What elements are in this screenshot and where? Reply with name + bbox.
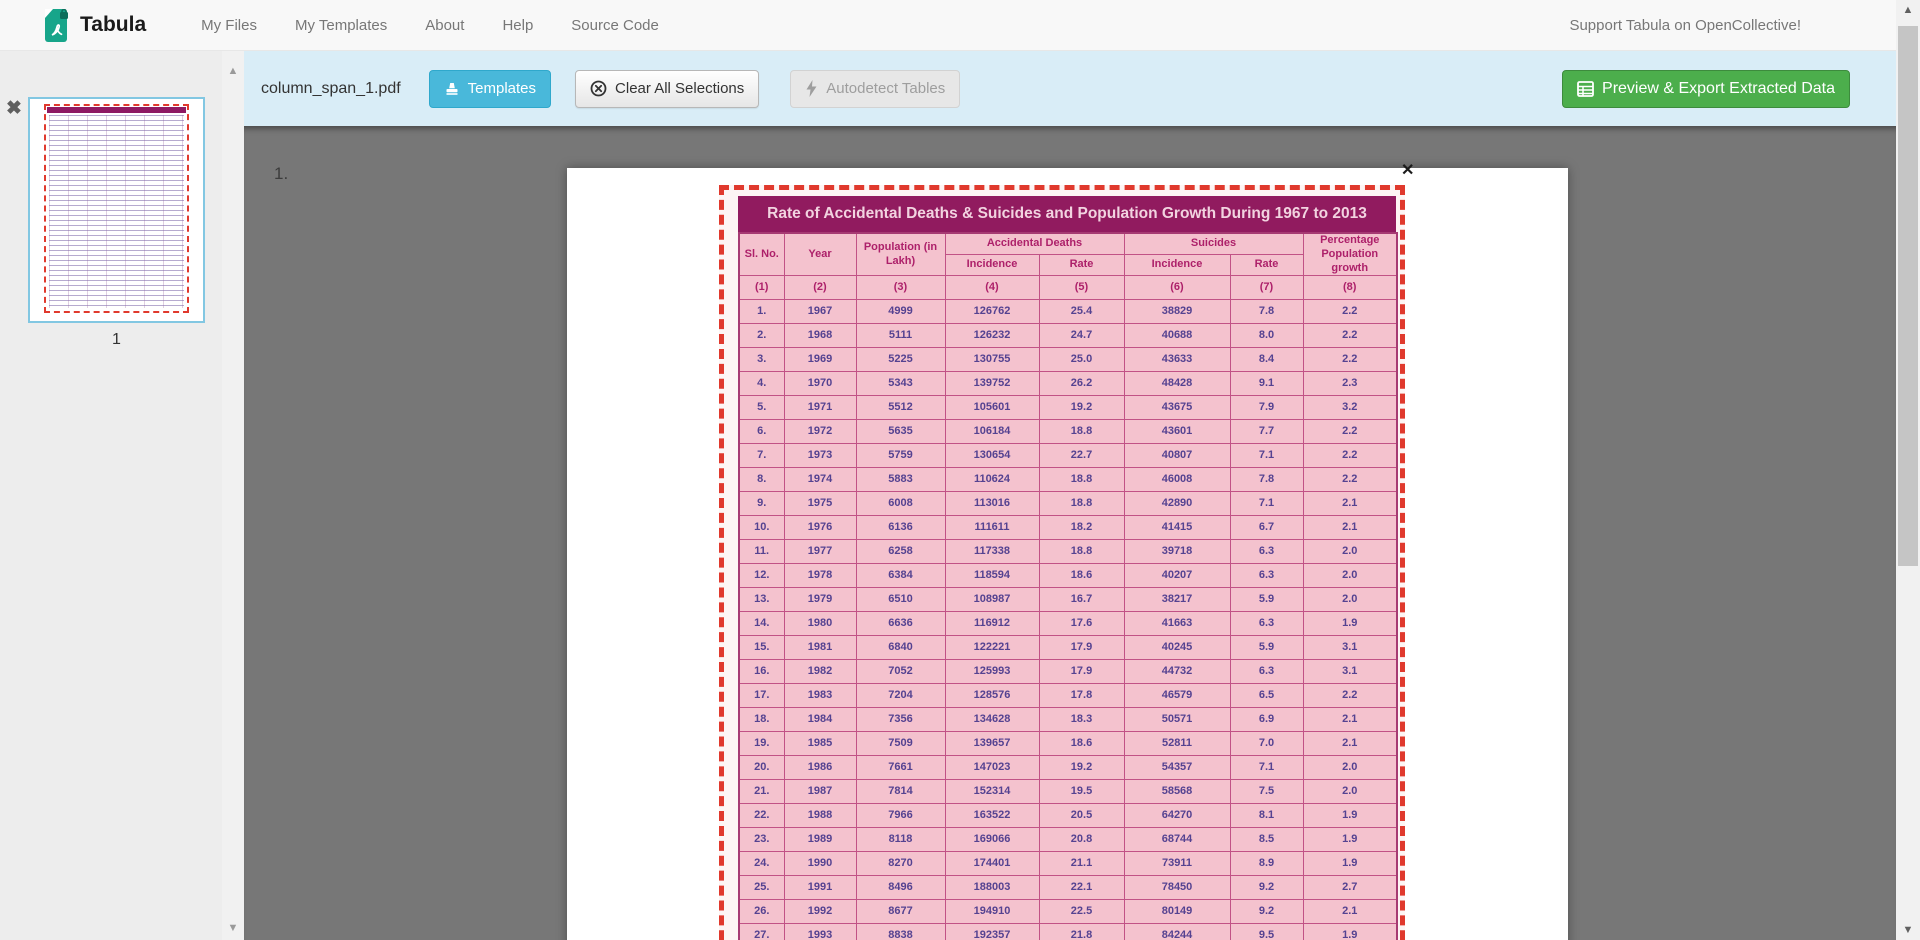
selection-box[interactable] (719, 185, 1405, 940)
preview-export-label: Preview & Export Extracted Data (1602, 80, 1835, 98)
brand[interactable]: Tabula (44, 9, 146, 42)
thumbnail-table-rows (49, 115, 184, 308)
toolbar: column_span_1.pdf Templates Clear All Se… (244, 51, 1896, 126)
clear-selections-button[interactable]: Clear All Selections (575, 70, 759, 108)
tabula-logo-icon (44, 9, 71, 42)
page-thumbnail-preview (44, 104, 189, 313)
nav-links: My FilesMy TemplatesAboutHelpSource Code (182, 0, 678, 51)
nav-link-my-templates[interactable]: My Templates (276, 0, 406, 51)
preview-export-button[interactable]: Preview & Export Extracted Data (1562, 70, 1850, 108)
sidebar-scroll-up-icon[interactable]: ▲ (222, 65, 244, 77)
page-thumbnail[interactable] (28, 97, 205, 323)
support-link[interactable]: Support Tabula on OpenCollective! (1569, 17, 1801, 34)
circle-x-icon (590, 80, 607, 97)
thumbnail-table-title (47, 107, 186, 113)
pdf-page[interactable]: Rate of Accidental Deaths & Suicides and… (567, 168, 1568, 940)
page-marker: 1. (274, 164, 288, 184)
autodetect-tables-label: Autodetect Tables (826, 80, 945, 97)
nav-link-help[interactable]: Help (483, 0, 552, 51)
autodetect-tables-button[interactable]: Autodetect Tables (790, 70, 960, 108)
nav-link-my-files[interactable]: My Files (182, 0, 276, 51)
pdf-canvas: 1. Rate of Accidental Deaths & Suicides … (244, 126, 1896, 940)
scrollbar-thumb[interactable] (1898, 26, 1918, 566)
scroll-up-icon[interactable]: ▲ (1896, 4, 1920, 16)
lightning-bolt-icon (805, 80, 818, 97)
sidebar: ✖ 1 (0, 51, 222, 940)
templates-button[interactable]: Templates (429, 70, 551, 108)
stamp-icon (444, 81, 460, 97)
vertical-scrollbar[interactable]: ▲ ▼ (1896, 0, 1920, 940)
page-close-icon[interactable]: ✖ (6, 99, 22, 118)
sidebar-scrollbar[interactable]: ▲ ▼ (222, 51, 244, 940)
thumbnail-page-number: 1 (28, 331, 205, 349)
scroll-down-icon[interactable]: ▼ (1896, 924, 1920, 936)
nav-link-about[interactable]: About (406, 0, 483, 51)
clear-selections-label: Clear All Selections (615, 80, 744, 97)
table-icon (1577, 81, 1594, 97)
sidebar-scroll-down-icon[interactable]: ▼ (222, 922, 244, 934)
filename-label: column_span_1.pdf (261, 80, 401, 98)
navbar: Tabula My FilesMy TemplatesAboutHelpSour… (0, 0, 1896, 51)
templates-label: Templates (468, 80, 536, 97)
brand-name: Tabula (80, 13, 146, 37)
nav-link-source-code[interactable]: Source Code (552, 0, 678, 51)
selection-close-icon[interactable]: ✕ (1401, 163, 1414, 179)
